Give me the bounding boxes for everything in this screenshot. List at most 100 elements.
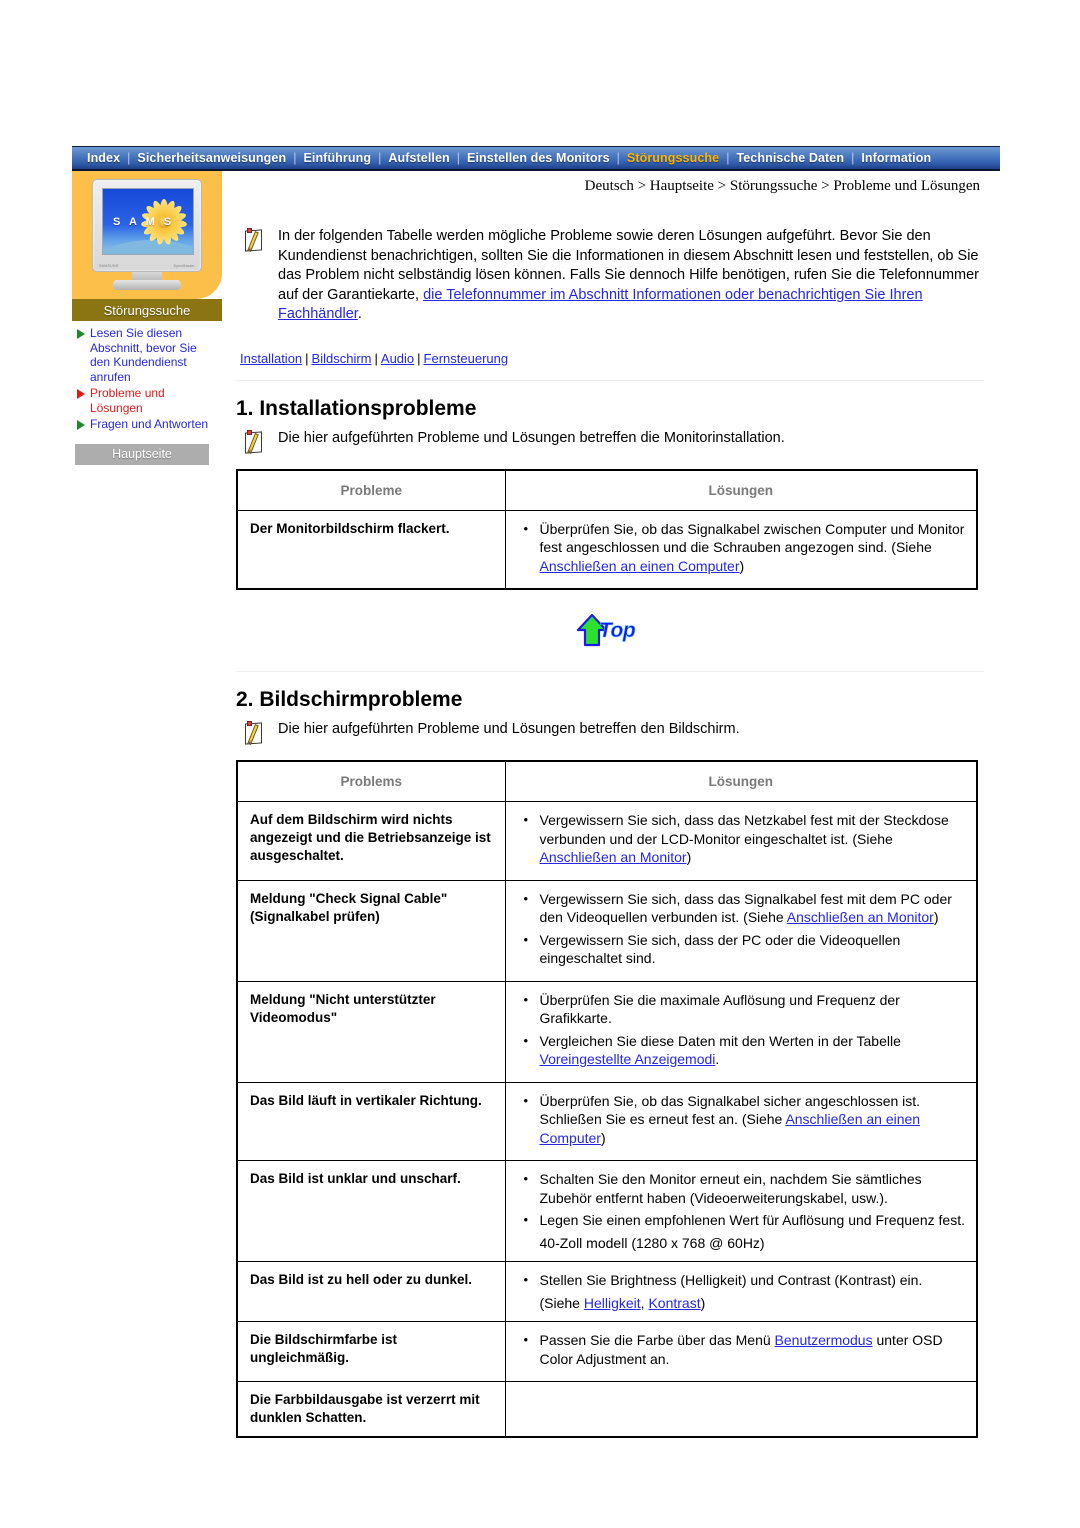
nav-item-einf-hrung[interactable]: Einführung [296,151,378,165]
solution-bullet: • Legen Sie einen empfohlenen Wert für Au… [524,1211,967,1230]
triangle-bullet-icon [77,329,85,339]
bullet-dot-icon: • [523,1212,529,1227]
bullet-dot-icon: • [523,1171,529,1186]
solution-text: Vergleichen Sie diese Daten mit den Wert… [539,1032,901,1068]
reference-link[interactable]: Anschließen an einen Computer [540,558,740,574]
sublink-separator: | [417,350,421,366]
reference-link[interactable]: Anschließen an einen Computer [540,1111,921,1146]
bullet-dot-icon: • [523,1092,529,1108]
reference-link-contrast[interactable]: Kontrast [648,1295,700,1311]
reference-link-brightness[interactable]: Helligkeit [584,1295,641,1311]
sidebar-section-title: Störungssuche [72,299,222,321]
sublink-separator: | [374,350,378,366]
note-pencil-icon [244,721,270,746]
screen-logo-text: S A M S [113,216,175,228]
nav-separator: | [616,151,620,165]
divider-section2 [236,671,984,672]
solution-bullet: • Schalten Sie den Monitor erneut ein, na… [524,1170,967,1207]
sublink-separator: | [305,350,309,366]
sidebar-item-1[interactable]: Lesen Sie diesen Abschnitt, bevor Sie de… [74,326,222,384]
bullet-dot-icon: • [523,812,529,827]
nav-separator: | [378,151,382,165]
nav-item-st-rungssuche[interactable]: Störungssuche [620,151,726,165]
solution-cell: • Schalten Sie den Monitor erneut ein, na… [504,1160,978,1262]
reference-link[interactable]: Anschließen an Monitor [540,849,687,865]
solution-text: Überprüfen Sie, ob das Signalkabel siche… [539,1092,921,1146]
section1-note-text: Die hier aufgeführten Probleme und Lösun… [278,429,785,446]
problem-cell: Die Bildschirmfarbe ist ungleichmäßig. [236,1321,506,1382]
sidebar-item-3[interactable]: Fragen und Antworten [74,417,222,432]
table-row: Das Bild ist unklar und unscharf. • Schalt… [236,1160,978,1262]
bullet-dot-icon: • [523,1272,529,1287]
reference-link[interactable]: Benutzermodus [775,1332,873,1348]
sidebar-item-label: Lesen Sie diesen Abschnitt, bevor Sie de… [90,326,197,384]
bullet-dot-icon: • [523,520,529,536]
problem-cell: Der Monitorbildschirm flackert. [236,509,506,590]
back-to-top-button[interactable]: Top [573,612,647,652]
intro-note: In der folgenden Tabelle werden mögliche… [236,227,984,325]
bullet-dot-icon: • [523,931,529,947]
solution-bullet: • Vergewissern Sie sich, dass das Netzkab… [524,811,967,867]
table-row: Die Bildschirmfarbe ist ungleichmäßig. • P… [236,1321,978,1382]
solution-bullet: • Stellen Sie Brightness (Helligkeit) und… [524,1271,967,1290]
sidebar-item-label: Fragen und Antworten [90,417,209,431]
table-row: Auf dem Bildschirm wird nichts angezeigt… [236,801,978,881]
nav-item-einstellen-des-monitors[interactable]: Einstellen des Monitors [460,151,617,165]
nav-item-information[interactable]: Information [854,151,938,165]
solution-cell [504,1381,978,1438]
nav-item-aufstellen[interactable]: Aufstellen [381,151,456,165]
solution-cell: • Überprüfen Sie die maximale Auflösung u… [504,980,978,1083]
sidebar-item-2[interactable]: Probleme und Lösungen [74,386,222,415]
solution-cell: • Vergewissern Sie sich, dass das Signalk… [504,879,978,982]
breadcrumb: Deutsch > Hauptseite > Störungssuche > P… [584,178,980,194]
solution-bullet: • Vergleichen Sie diese Daten mit den Wer… [524,1032,967,1069]
table-header-cell-1: Probleme [236,469,506,511]
solution-see-also: (Siehe Helligkeit, Kontrast) [539,1294,706,1311]
sidebar-link-list: Lesen Sie diesen Abschnitt, bevor Sie de… [72,321,222,432]
solution-text: Vergewissern Sie sich, dass das Netzkabe… [539,812,949,865]
page-root: Index | Sicherheitsanweisungen | Einführung |… [0,0,1080,1528]
screen-problems-table: Problems Lösungen Auf dem Bildschirm wird… [236,760,978,1438]
solution-bullet: • Passen Sie die Farbe über das Menü Benu… [524,1331,967,1368]
nav-item-sicherheitsanweisungen[interactable]: Sicherheitsanweisungen [130,151,293,165]
section2-heading: 2. Bildschirmprobleme [236,688,463,711]
nav-separator: | [456,151,461,165]
sidebar-home-button[interactable]: Hauptseite [75,443,209,465]
monitor-brand-label: SAMSUNG [99,264,119,268]
monitor-model-label: SyncMaster [173,264,195,268]
table-header-row: Probleme Lösungen [236,469,978,511]
problem-cell: Das Bild ist unklar und unscharf. [236,1160,506,1262]
sublink-bildschirm[interactable]: Bildschirm [312,351,372,366]
nav-item-technische-daten[interactable]: Technische Daten [729,151,851,165]
problem-cell: Das Bild ist zu hell oder zu dunkel. [236,1261,506,1322]
bullet-dot-icon: • [523,1032,529,1048]
note-pencil-icon [244,429,270,455]
sub-navigation-links: Installation | Bildschirm | Audio | Fernsteuer… [236,351,984,366]
sublink-fernsteuerung[interactable]: Fernsteuerung [424,351,509,366]
nav-separator: | [726,151,730,165]
solution-text: Vergewissern Sie sich, dass das Signalka… [539,890,952,926]
solution-cell: • Vergewissern Sie sich, dass das Netzkab… [504,801,978,881]
top-navigation-bar: Index | Sicherheitsanweisungen | Einführung |… [72,146,1000,171]
installation-problems-table: Probleme Lösungen Der Monitorbildschirm f… [236,468,978,590]
back-to-top-label: Top [599,619,636,643]
solution-extra-line: 40-Zoll modell (1280 x 768 @ 60Hz) [539,1234,765,1251]
bullet-dot-icon: • [523,890,529,906]
table-header-cell-1: Problems [236,760,506,802]
triangle-bullet-icon [77,389,85,399]
nav-separator: | [851,151,855,165]
solution-bullet: • Überprüfen Sie, ob das Signalkabel sich… [524,1092,967,1148]
table-row: Das Bild ist zu hell oder zu dunkel. • Ste… [236,1261,978,1322]
monitor-bezel: S A M S SAMSUNG SyncMaster [92,179,202,272]
reference-link[interactable]: Voreingestellte Anzeigemodi [540,1051,716,1067]
problem-cell: Meldung "Nicht unterstützter Videomodus" [236,980,506,1083]
section1-note: Die hier aufgeführten Probleme und Lösun… [236,429,984,455]
solution-cell: • Passen Sie die Farbe über das Menü Benu… [504,1321,978,1382]
problem-cell: Das Bild läuft in vertikaler Richtung. [236,1081,506,1161]
sublink-audio[interactable]: Audio [381,351,414,366]
sublink-installation[interactable]: Installation [240,351,302,366]
solution-text: Vergewissern Sie sich, dass der PC oder … [539,931,901,967]
nav-item-index[interactable]: Index [80,151,127,165]
reference-link[interactable]: Anschließen an Monitor [787,909,934,925]
table-header-cell-2: Lösungen [504,469,978,511]
